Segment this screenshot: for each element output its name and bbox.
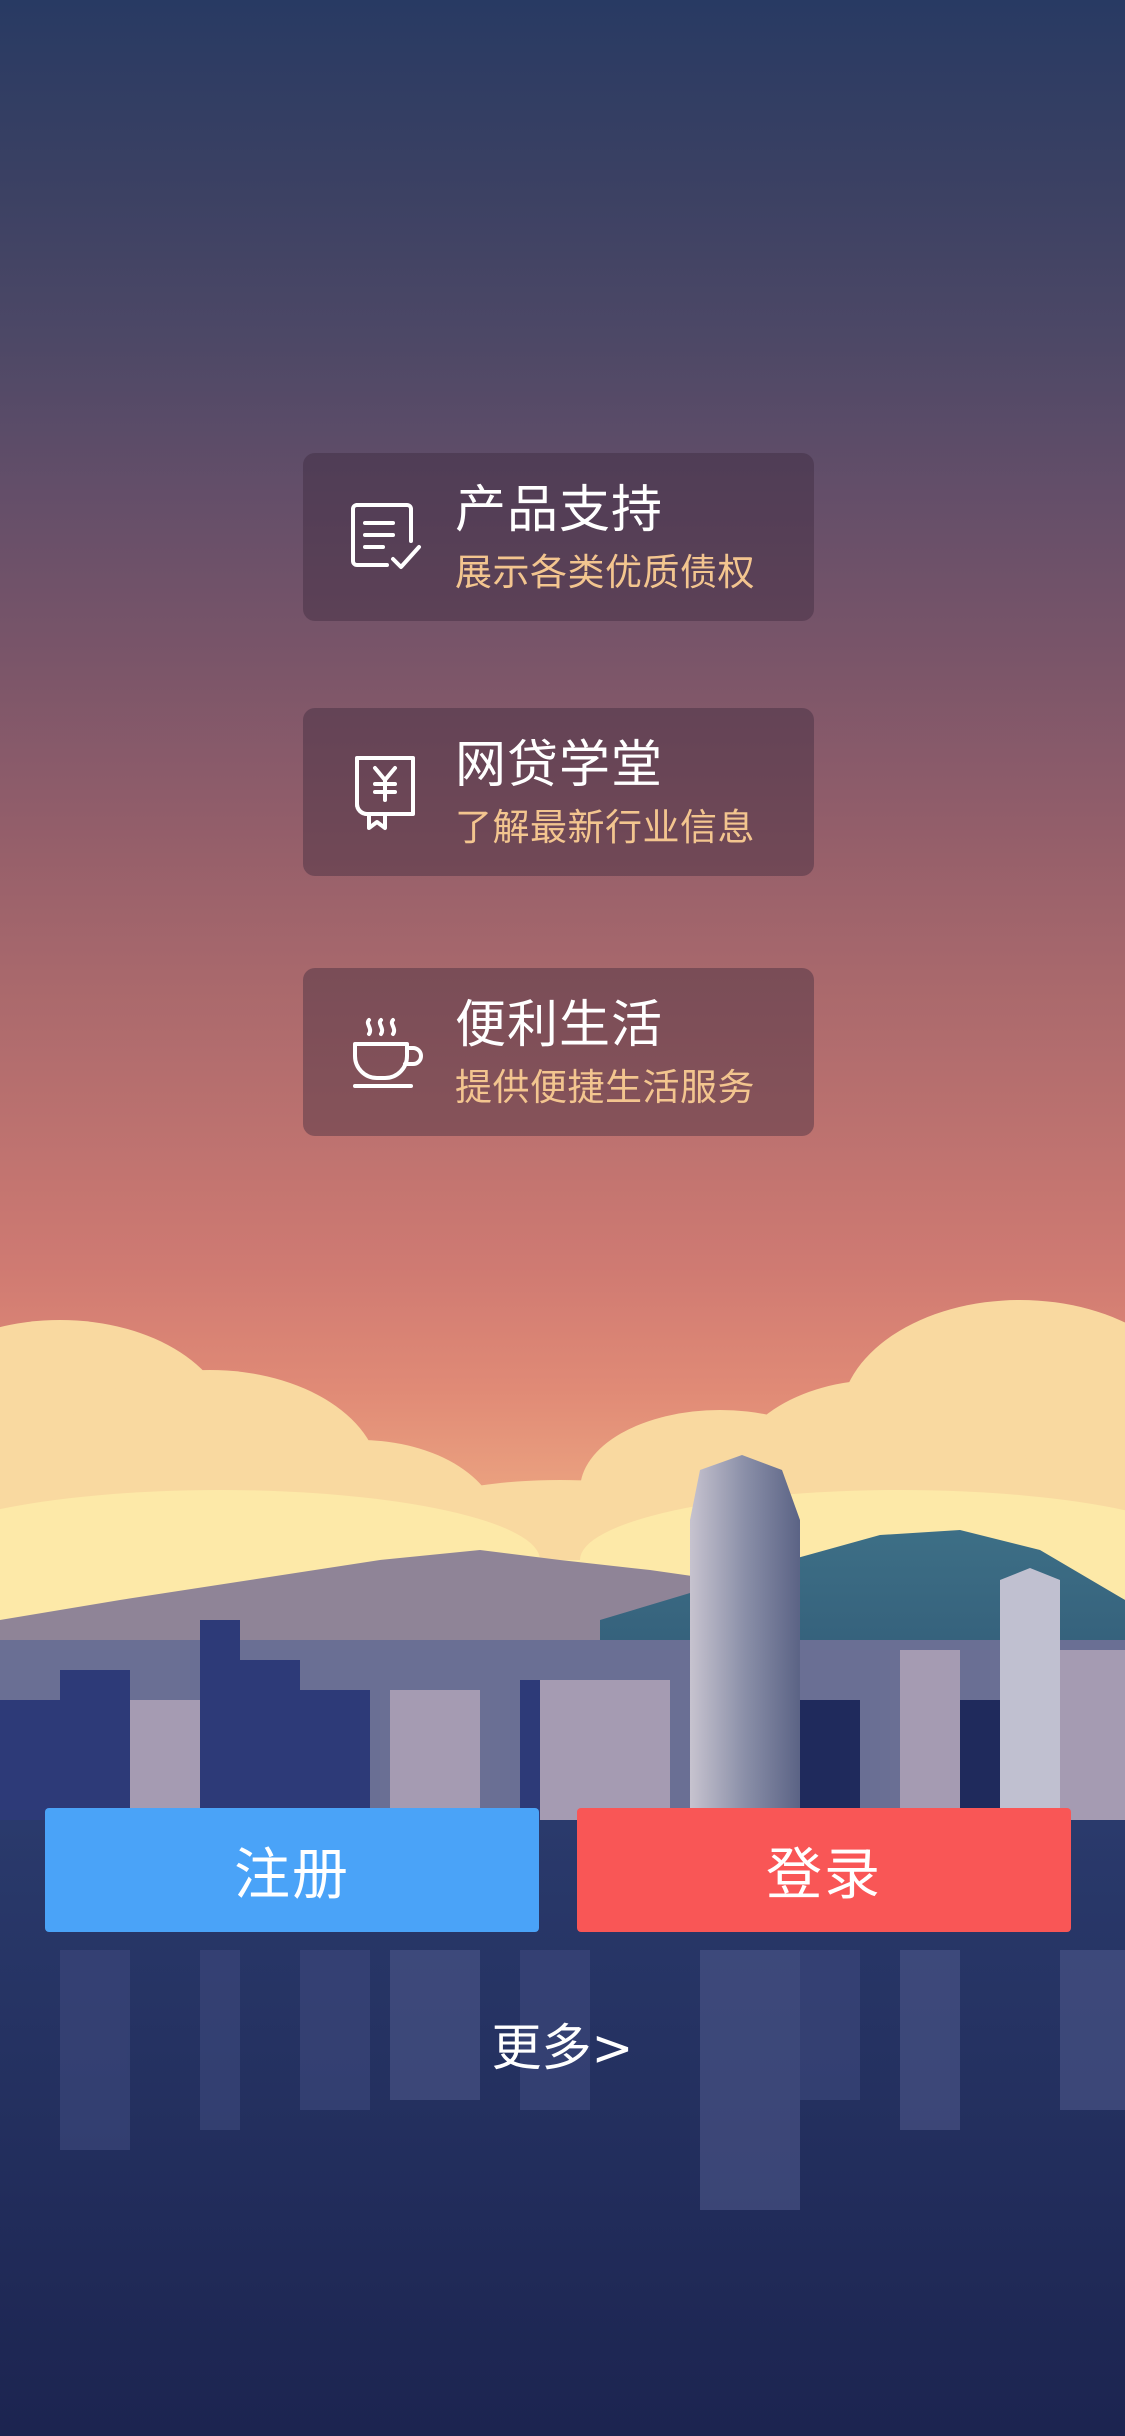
menu-card-title: 网贷学堂 [455, 736, 664, 795]
coffee-cup-icon [347, 1012, 427, 1092]
menu-card-title: 便利生活 [455, 996, 664, 1055]
more-link[interactable]: 更多> [0, 2016, 1125, 2080]
login-button[interactable]: 登录 [577, 1808, 1071, 1932]
menu-card-subtitle: 展示各类优质债权 [455, 551, 755, 594]
menu-card-convenient-life[interactable]: 便利生活 提供便捷生活服务 [303, 968, 814, 1136]
document-check-icon [347, 497, 427, 577]
yuan-book-icon [347, 752, 427, 832]
register-button[interactable]: 注册 [45, 1808, 539, 1932]
menu-card-subtitle: 了解最新行业信息 [455, 806, 755, 849]
menu-card-subtitle: 提供便捷生活服务 [455, 1066, 755, 1109]
menu-card-title: 产品支持 [455, 481, 664, 540]
menu-card-product-support[interactable]: 产品支持 展示各类优质债权 [303, 453, 814, 621]
menu-card-p2p-school[interactable]: 网贷学堂 了解最新行业信息 [303, 708, 814, 876]
